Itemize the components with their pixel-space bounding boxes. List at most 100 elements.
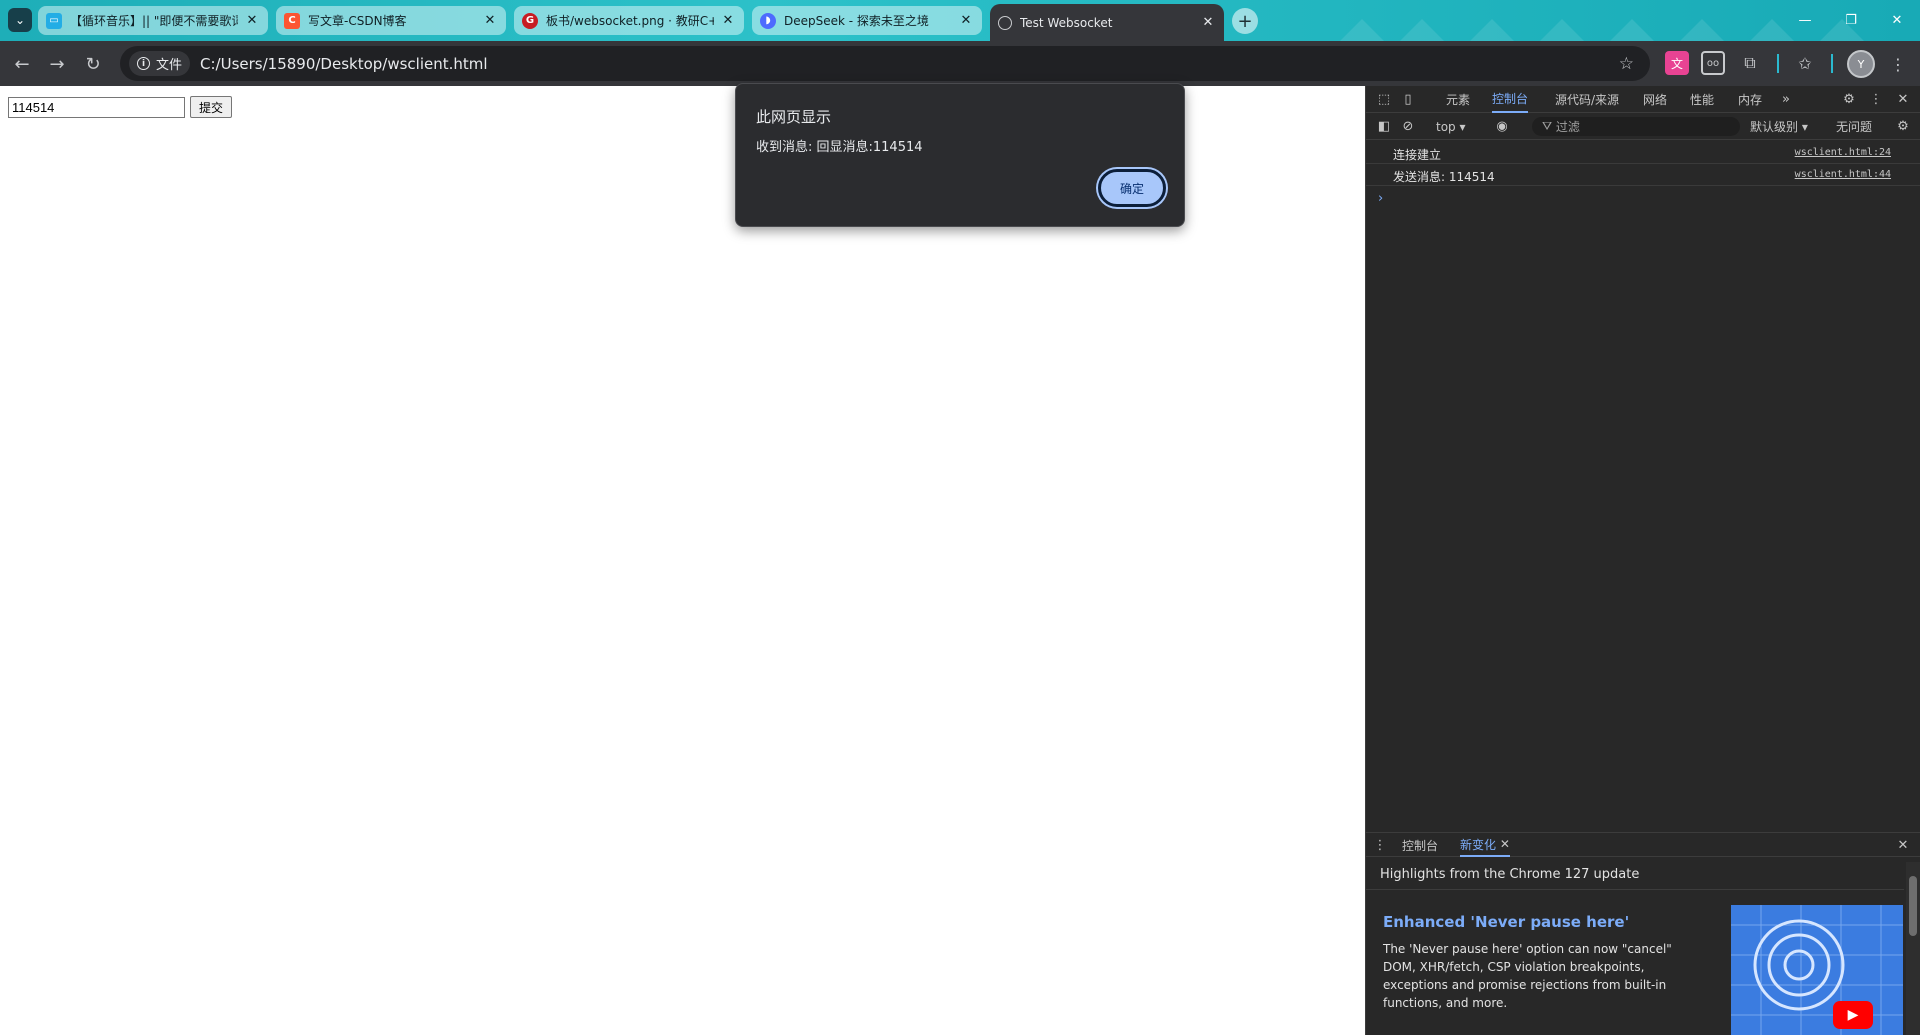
puzzle-icon[interactable]: ⧉	[1738, 51, 1762, 75]
close-icon[interactable]: ✕	[1893, 86, 1913, 113]
tab-label: 源代码/来源	[1555, 93, 1620, 107]
clear-console-icon[interactable]: ⊘	[1398, 113, 1418, 140]
tab-title: 写文章-CSDN博客	[308, 14, 407, 28]
close-icon: ✕	[1891, 13, 1903, 28]
close-icon[interactable]: ✕	[244, 13, 260, 29]
submit-button[interactable]: 提交	[190, 96, 232, 118]
tab-strip: ⌄ ▭ 【循环音乐】|| "即便不需要歌词 ✕ C 写文章-CSDN博客 ✕ G…	[0, 0, 1920, 41]
gear-icon[interactable]: ⚙	[1839, 86, 1859, 113]
more-vert-icon[interactable]: ⋮	[1370, 833, 1390, 857]
console-toolbar: ◧ ⊘ top ▾ ◉ ⛛ 过滤 默认级别 ▾ 无问题 ⚙	[1366, 113, 1920, 140]
arrow-right-icon: →	[49, 53, 65, 75]
console-log-row: 连接建立 wsclient.html:24	[1366, 142, 1920, 164]
filter-icon: ⛛	[1542, 119, 1556, 133]
close-window-button[interactable]: ✕	[1874, 0, 1920, 41]
more-tabs-icon[interactable]: »	[1776, 86, 1796, 113]
url-text[interactable]: C:/Users/15890/Desktop/wsclient.html	[200, 55, 488, 73]
browser-toolbar: ← → ↻ i 文件 C:/Users/15890/Desktop/wsclie…	[0, 41, 1920, 86]
message-input[interactable]	[8, 97, 185, 118]
feature-description: The 'Never pause here' option can now "c…	[1383, 942, 1672, 1010]
close-icon[interactable]: ✕	[720, 13, 736, 29]
gear-icon[interactable]: ⚙	[1893, 113, 1913, 140]
tab-csdn[interactable]: C 写文章-CSDN博客 ✕	[276, 6, 506, 35]
more-vert-icon: ⋮	[1890, 54, 1906, 74]
bilibili-icon: ▭	[46, 12, 62, 29]
console-prompt[interactable]: ›	[1378, 191, 1383, 206]
close-icon[interactable]: ✕	[482, 13, 498, 29]
drawer-tab-whats-new[interactable]: 新变化 ✕	[1460, 833, 1510, 857]
tab-label: 控制台	[1492, 92, 1529, 106]
drawer-tab-console[interactable]: 控制台	[1402, 833, 1438, 857]
forward-button[interactable]: →	[43, 50, 71, 78]
levels-label: 默认级别	[1750, 120, 1799, 134]
tab-gitee[interactable]: G 板书/websocket.png · 教研C++ ✕	[514, 6, 744, 35]
feature-title[interactable]: Enhanced 'Never pause here'	[1383, 913, 1629, 931]
menu-button[interactable]: ⋮	[1884, 50, 1912, 78]
tab-console[interactable]: 控制台	[1492, 86, 1529, 113]
translate-extension-icon[interactable]: 文	[1665, 51, 1689, 75]
tab-deepseek[interactable]: ◗ DeepSeek - 探索未至之境 ✕	[752, 6, 982, 35]
avatar[interactable]: Y	[1847, 50, 1875, 78]
tab-title: Test Websocket	[1020, 15, 1113, 30]
tab-memory[interactable]: 内存	[1738, 86, 1762, 113]
tab-label: 元素	[1446, 93, 1471, 107]
globe-icon	[998, 15, 1012, 30]
filter-input[interactable]: ⛛ 过滤	[1532, 117, 1740, 136]
reload-button[interactable]: ↻	[79, 50, 107, 78]
avatar-letter: Y	[1857, 57, 1865, 71]
gitee-icon: G	[522, 12, 538, 29]
issues-label: 无问题	[1836, 120, 1873, 134]
tab-elements[interactable]: 元素	[1446, 86, 1470, 113]
drawer-tabbar: ⋮ 控制台 新变化 ✕ ✕	[1366, 833, 1920, 857]
more-vert-icon[interactable]: ⋮	[1866, 86, 1886, 113]
tab-label: 控制台	[1402, 838, 1439, 853]
log-message: 连接建立	[1393, 148, 1442, 162]
restore-button[interactable]: ❐	[1828, 0, 1874, 41]
devtools-tabbar: ⬚ ▯ 元素 控制台 源代码/来源 网络 性能 内存 » ⚙ ⋮ ✕	[1366, 86, 1920, 113]
tab-performance[interactable]: 性能	[1690, 86, 1714, 113]
bookmark-star-icon[interactable]: ☆	[1619, 54, 1634, 74]
site-info-chip[interactable]: i 文件	[129, 51, 191, 76]
thumbnail-graphic	[1731, 905, 1903, 1035]
tab-sources[interactable]: 源代码/来源	[1555, 86, 1619, 113]
tab-test-websocket[interactable]: Test Websocket ✕	[990, 4, 1224, 41]
close-icon[interactable]: ✕	[1893, 833, 1913, 857]
reload-icon: ↻	[85, 53, 101, 75]
csdn-icon: C	[284, 12, 300, 29]
tab-label: 内存	[1738, 93, 1763, 107]
close-icon[interactable]: ✕	[1500, 837, 1510, 851]
sidebar-toggle-icon[interactable]: ◧	[1374, 113, 1394, 140]
ok-button[interactable]: 确定	[1098, 169, 1166, 207]
context-selector[interactable]: top ▾	[1436, 113, 1466, 140]
close-icon[interactable]: ✕	[958, 13, 974, 29]
page-viewport: 提交	[0, 86, 1365, 1035]
drawer-scrollbar[interactable]	[1906, 862, 1920, 1035]
close-icon[interactable]: ✕	[1200, 15, 1216, 31]
address-bar[interactable]: i 文件 C:/Users/15890/Desktop/wsclient.htm…	[120, 46, 1650, 81]
log-levels-dropdown[interactable]: 默认级别 ▾	[1750, 113, 1808, 140]
log-source-link[interactable]: wsclient.html:44	[1795, 169, 1891, 180]
tab-title: 板书/websocket.png · 教研C++	[546, 14, 714, 28]
chip-label: 文件	[156, 58, 183, 73]
video-thumbnail[interactable]: ▶	[1731, 905, 1903, 1035]
deepseek-icon: ◗	[760, 12, 776, 29]
extension-icon[interactable]: oo	[1701, 51, 1725, 75]
eye-icon[interactable]: ◉	[1492, 113, 1512, 140]
chevron-down-icon: ⌄	[14, 13, 26, 27]
log-source-link[interactable]: wsclient.html:24	[1795, 147, 1891, 158]
scrollbar-thumb[interactable]	[1909, 876, 1917, 936]
bookmarks-icon[interactable]: ✩	[1793, 51, 1817, 75]
tab-bilibili[interactable]: ▭ 【循环音乐】|| "即便不需要歌词 ✕	[38, 6, 268, 35]
tab-network[interactable]: 网络	[1643, 86, 1667, 113]
minimize-button[interactable]: —	[1782, 0, 1828, 41]
play-icon[interactable]: ▶	[1833, 1001, 1873, 1029]
context-label: top	[1436, 119, 1456, 134]
inspect-icon[interactable]: ⬚	[1374, 86, 1394, 113]
devtools-panel: ⬚ ▯ 元素 控制台 源代码/来源 网络 性能 内存 » ⚙ ⋮ ✕ ◧ ⊘ t…	[1365, 86, 1920, 1035]
back-button[interactable]: ←	[8, 50, 36, 78]
restore-icon: ❐	[1845, 13, 1857, 28]
issues-button[interactable]: 无问题	[1836, 113, 1872, 140]
tab-search-button[interactable]: ⌄	[8, 8, 32, 32]
new-tab-button[interactable]: +	[1232, 8, 1258, 34]
device-toolbar-icon[interactable]: ▯	[1398, 86, 1418, 113]
